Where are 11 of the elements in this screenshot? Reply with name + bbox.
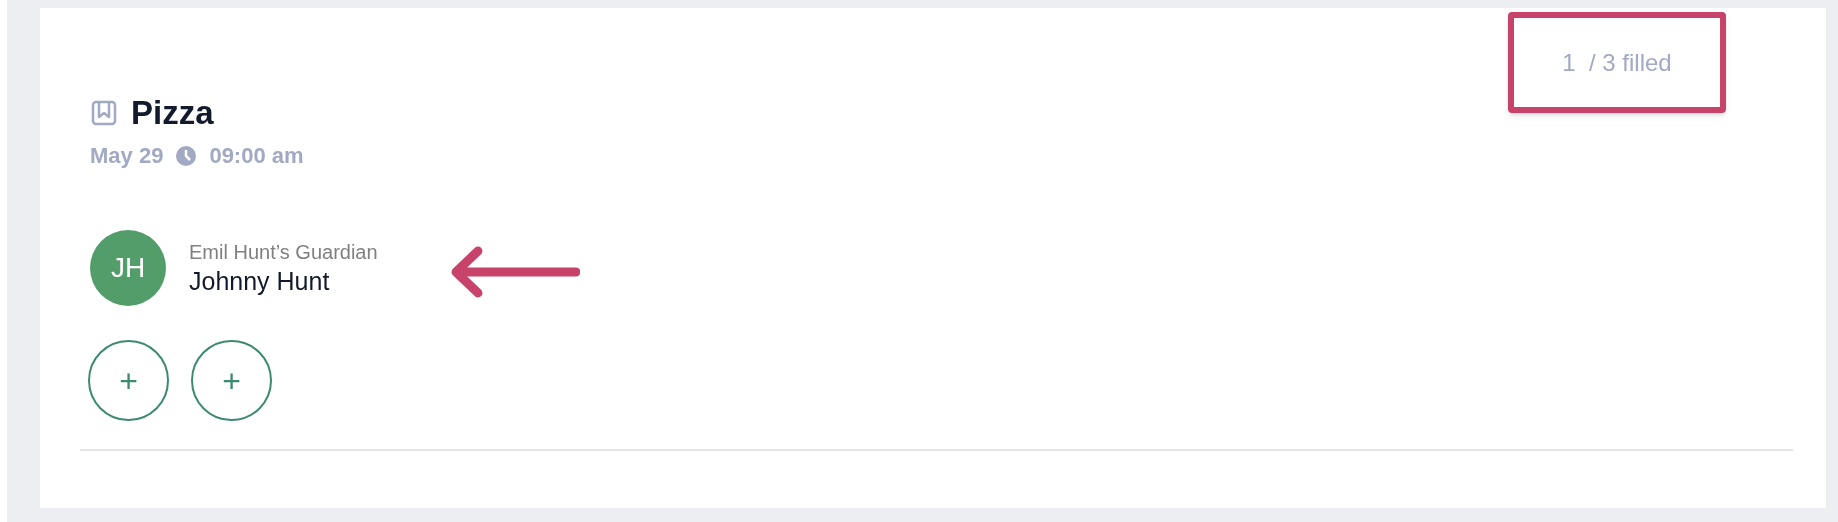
add-button[interactable]: +: [191, 340, 272, 421]
clock-icon: [175, 144, 198, 167]
fill-count: 1 / 3 filled: [1562, 47, 1672, 78]
event-date: May 29: [90, 142, 164, 170]
avatar: JH: [90, 230, 166, 306]
add-button[interactable]: +: [88, 340, 169, 421]
guardian-name: Johnny Hunt: [189, 266, 331, 297]
guardian-relation: Emil Hunt’s Guardian: [189, 240, 378, 265]
event-title: Pizza: [131, 96, 214, 129]
bookmark-icon: [91, 99, 117, 126]
event-time: 09:00 am: [209, 142, 304, 170]
